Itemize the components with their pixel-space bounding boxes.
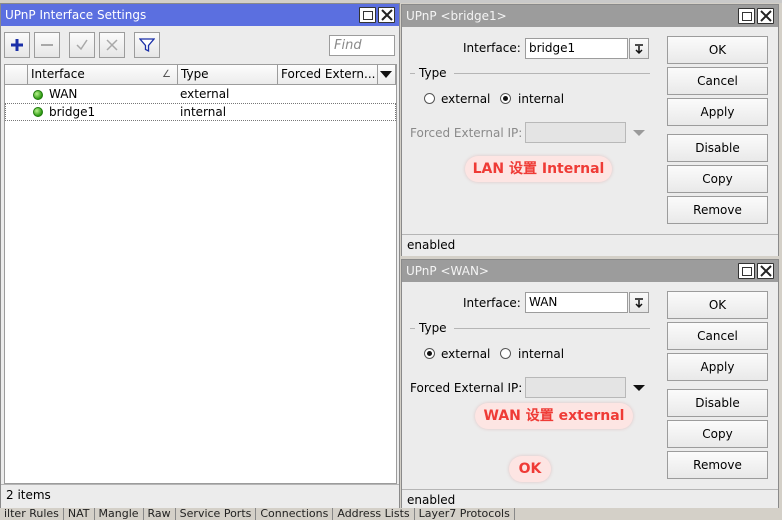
tab-raw[interactable]: Raw (144, 508, 176, 520)
dialog-title[interactable]: UPnP <bridge1> (402, 5, 778, 27)
type-internal-radio[interactable] (500, 348, 511, 359)
upnp-bridge1-dialog: UPnP <bridge1> Interface: bridge1 Type e… (401, 4, 779, 256)
cell-type: internal (180, 105, 227, 119)
upnp-interface-settings-window: UPnP Interface Settings Find Interface ∠… (0, 3, 400, 509)
type-external-label[interactable]: external (441, 92, 490, 106)
upnp-wan-dialog: UPnP <WAN> Interface: WAN Type external … (401, 259, 779, 511)
remove-button[interactable]: Remove (667, 196, 768, 224)
type-group-line (410, 328, 415, 329)
copy-button[interactable]: Copy (667, 420, 768, 448)
interface-dropdown-button[interactable] (629, 38, 649, 59)
find-input[interactable]: Find (329, 35, 395, 56)
column-header-interface[interactable]: Interface ∠ (28, 65, 178, 85)
tab-layer7-protocols[interactable]: Layer7 Protocols (415, 508, 515, 520)
dialog-status: enabled (402, 234, 778, 256)
forced-ip-input[interactable] (525, 122, 626, 143)
ok-button[interactable]: OK (667, 36, 768, 64)
enable-button[interactable] (69, 32, 95, 58)
sort-indicator-icon: ∠ (162, 69, 171, 80)
tab-nat[interactable]: NAT (64, 508, 95, 520)
background-window-strip (400, 0, 782, 3)
type-group-line (410, 73, 415, 74)
forced-ip-dropdown-icon[interactable] (632, 129, 646, 137)
type-internal-label[interactable]: internal (518, 347, 564, 361)
maximize-icon[interactable] (738, 8, 755, 24)
type-group-label: Type (419, 321, 447, 335)
plus-icon (11, 39, 23, 51)
tab-service-ports[interactable]: Service Ports (176, 508, 257, 520)
copy-button[interactable]: Copy (667, 165, 768, 193)
apply-button[interactable]: Apply (667, 98, 768, 126)
interface-dropdown-button[interactable] (629, 292, 649, 313)
type-internal-label[interactable]: internal (518, 92, 564, 106)
interface-select[interactable]: WAN (525, 292, 628, 313)
ok-button[interactable]: OK (667, 291, 768, 319)
interface-list[interactable]: Interface ∠ Type Forced Extern... WAN ex… (4, 64, 397, 484)
cancel-button[interactable]: Cancel (667, 67, 768, 95)
type-group-label: Type (419, 66, 447, 80)
dialog-title[interactable]: UPnP <WAN> (402, 260, 778, 282)
triangle-down-icon (380, 71, 392, 78)
type-external-radio[interactable] (424, 348, 435, 359)
forced-ip-dropdown-icon[interactable] (632, 384, 646, 392)
window-title[interactable]: UPnP Interface Settings (1, 4, 399, 26)
column-select[interactable] (5, 65, 28, 85)
column-header-type[interactable]: Type (178, 65, 278, 85)
close-icon[interactable] (757, 8, 774, 24)
tab-mangle[interactable]: Mangle (95, 508, 144, 520)
maximize-icon[interactable] (738, 263, 755, 279)
interface-label: Interface: (463, 296, 521, 310)
ok-annotation: OK (509, 456, 551, 482)
column-header-forced-ip[interactable]: Forced Extern... (278, 65, 378, 85)
cell-interface: bridge1 (49, 105, 96, 119)
tab-filter-rules[interactable]: ilter Rules (0, 508, 64, 520)
cross-icon (106, 39, 118, 51)
add-button[interactable] (4, 32, 30, 58)
funnel-icon (139, 38, 155, 53)
column-menu-button[interactable] (378, 65, 396, 85)
forced-ip-label: Forced External IP: (410, 381, 523, 395)
disable-button[interactable]: Disable (667, 389, 768, 417)
disable-button[interactable] (99, 32, 125, 58)
table-row[interactable]: WAN external (5, 86, 396, 104)
enabled-status-icon (33, 107, 43, 117)
maximize-icon[interactable] (359, 7, 376, 23)
close-icon[interactable] (378, 7, 395, 23)
cancel-button[interactable]: Cancel (667, 322, 768, 350)
lan-annotation: LAN 设置 Internal (465, 156, 612, 182)
minus-icon (41, 44, 53, 46)
table-row[interactable]: bridge1 internal (5, 103, 396, 121)
remove-button[interactable]: Remove (667, 451, 768, 479)
cell-interface: WAN (49, 87, 78, 101)
close-icon[interactable] (757, 263, 774, 279)
dropdown-arrow-icon (635, 43, 643, 54)
firewall-tab-bar: ilter Rules NAT Mangle Raw Service Ports Conn… (0, 508, 782, 520)
check-icon (76, 39, 88, 51)
dropdown-arrow-icon (635, 297, 643, 308)
item-count-status: 2 items (1, 484, 399, 506)
enabled-status-icon (33, 90, 43, 100)
remove-button[interactable] (34, 32, 60, 58)
disable-button[interactable]: Disable (667, 134, 768, 162)
wan-annotation: WAN 设置 external (475, 403, 633, 429)
cell-type: external (180, 87, 230, 101)
interface-select[interactable]: bridge1 (525, 38, 628, 59)
interface-label: Interface: (463, 41, 521, 55)
filter-button[interactable] (134, 32, 160, 58)
apply-button[interactable]: Apply (667, 353, 768, 381)
forced-ip-label: Forced External IP: (410, 126, 523, 140)
type-external-radio[interactable] (424, 93, 435, 104)
tab-address-lists[interactable]: Address Lists (333, 508, 415, 520)
type-internal-radio[interactable] (500, 93, 511, 104)
forced-ip-input[interactable] (525, 377, 626, 398)
type-group-line (454, 73, 650, 74)
type-group-line (454, 328, 650, 329)
tab-connections[interactable]: Connections (256, 508, 334, 520)
type-external-label[interactable]: external (441, 347, 490, 361)
